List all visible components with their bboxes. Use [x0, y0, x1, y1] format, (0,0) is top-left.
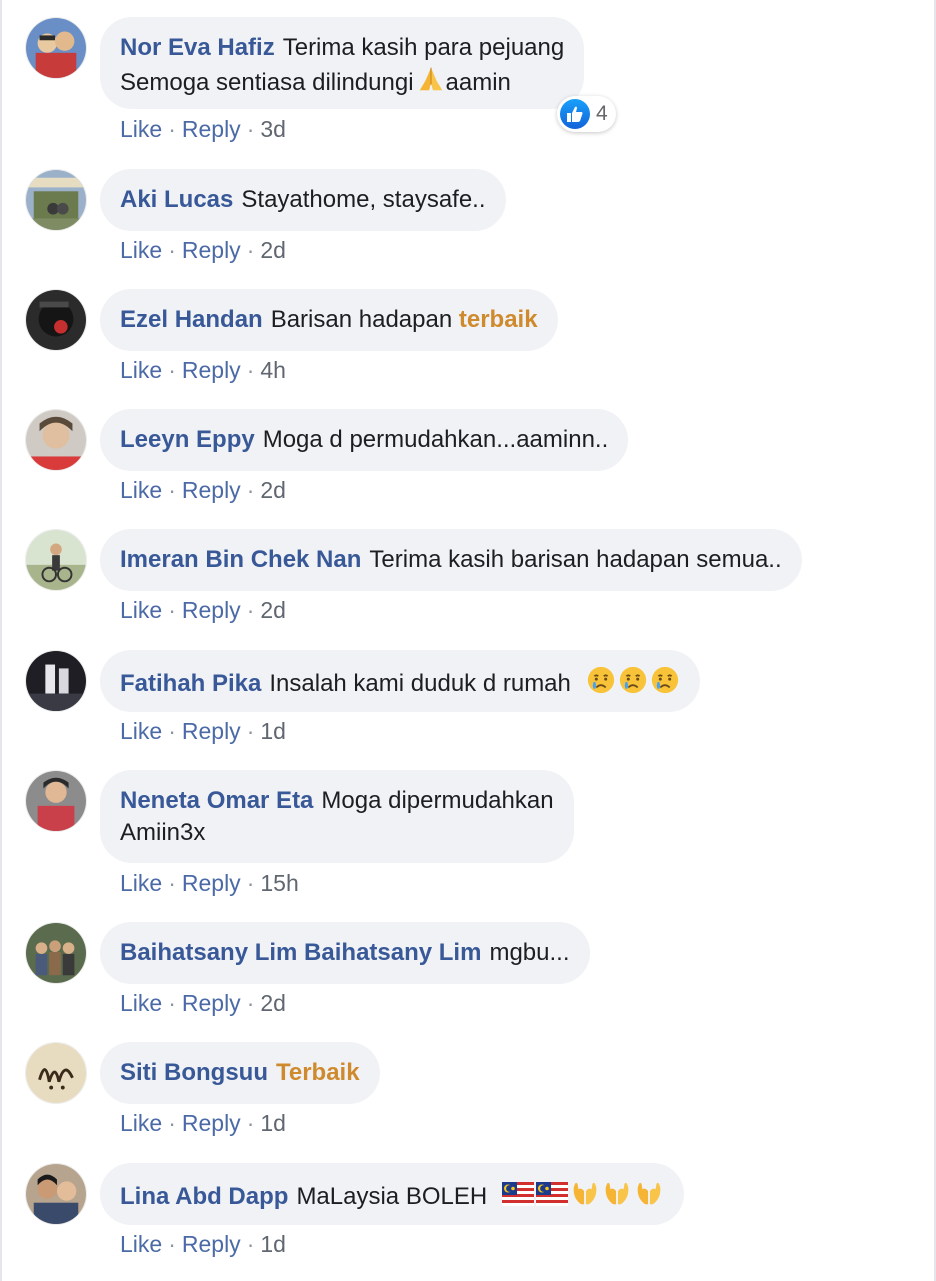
malaysia-flag-icon [502, 1182, 534, 1206]
crying-face-icon [650, 665, 680, 695]
avatar[interactable] [25, 1042, 87, 1104]
avatar[interactable] [25, 289, 87, 351]
comment-actions: Like · Reply · 1d [120, 1231, 286, 1257]
reply-link[interactable]: Reply [182, 1231, 241, 1257]
avatar[interactable] [25, 409, 87, 471]
comment-actions: Like · Reply · 2d [120, 477, 286, 503]
open-hands-icon [570, 1178, 600, 1208]
like-link[interactable]: Like [120, 1231, 162, 1257]
comment-actions: Like · Reply · 15h [120, 870, 299, 896]
avatar[interactable] [25, 17, 87, 79]
comment-timestamp[interactable]: 2d [260, 477, 286, 503]
comment-timestamp[interactable]: 2d [260, 237, 286, 263]
open-hands-icon [634, 1178, 664, 1208]
like-link[interactable]: Like [120, 357, 162, 383]
comment-text: mgbu... [489, 939, 570, 966]
comment-text: MaLaysia BOLEH [296, 1183, 488, 1210]
reply-link[interactable]: Reply [182, 116, 241, 142]
comment-timestamp[interactable]: 4h [260, 357, 286, 383]
like-link[interactable]: Like [120, 990, 162, 1016]
avatar[interactable] [25, 1163, 87, 1225]
malaysia-flag-icon [536, 1182, 568, 1206]
comment-author[interactable]: Baihatsany Lim Baihatsany Lim [120, 939, 481, 966]
like-link[interactable]: Like [120, 870, 162, 896]
comment-text: Terima kasih para pejuang [282, 34, 565, 61]
comment-timestamp[interactable]: 1d [260, 1231, 286, 1257]
reaction-count[interactable]: 4 [557, 96, 616, 132]
comment-bubble: Fatihah Pika Insalah kami duduk d rumah [100, 650, 700, 712]
comment-actions: Like · Reply · 2d [120, 597, 286, 623]
crying-face-icon [618, 665, 648, 695]
comment-highlight: terbaik [458, 306, 538, 333]
folded-hands-icon [416, 64, 446, 94]
like-link[interactable]: Like [120, 597, 162, 623]
avatar[interactable] [25, 770, 87, 832]
avatar[interactable] [25, 650, 87, 712]
like-link[interactable]: Like [120, 718, 162, 744]
reply-link[interactable]: Reply [182, 477, 241, 503]
comment-timestamp[interactable]: 3d [260, 116, 286, 142]
like-link[interactable]: Like [120, 477, 162, 503]
avatar[interactable] [25, 169, 87, 231]
comment-text: Barisan hadapan [270, 306, 453, 333]
reply-link[interactable]: Reply [182, 597, 241, 623]
comment-author[interactable]: Neneta Omar Eta [120, 787, 313, 814]
comment-actions: Like · Reply · 1d [120, 718, 286, 744]
comment-text: aamin [445, 69, 511, 96]
comment-text: Stayathome, staysafe.. [241, 186, 486, 213]
comment-bubble: Baihatsany Lim Baihatsany Lim mgbu... [100, 922, 590, 984]
comment-author[interactable]: Ezel Handan [120, 306, 263, 333]
comment-author[interactable]: Aki Lucas [120, 186, 233, 213]
comment-author[interactable]: Fatihah Pika [120, 670, 261, 697]
avatar[interactable] [25, 529, 87, 591]
like-link[interactable]: Like [120, 237, 162, 263]
comment-timestamp[interactable]: 1d [260, 1110, 286, 1136]
comment-timestamp[interactable]: 2d [260, 597, 286, 623]
avatar[interactable] [25, 922, 87, 984]
comment-timestamp[interactable]: 2d [260, 990, 286, 1016]
comment-text: Moga d permudahkan...aaminn.. [262, 426, 609, 453]
open-hands-icon [602, 1178, 632, 1208]
comment-actions: Like · Reply · 2d [120, 237, 286, 263]
comment-timestamp[interactable]: 15h [260, 870, 298, 896]
reply-link[interactable]: Reply [182, 990, 241, 1016]
comment-bubble: Leeyn Eppy Moga d permudahkan...aaminn.. [100, 409, 629, 471]
like-link[interactable]: Like [120, 1110, 162, 1136]
comment-text: Amiin3x [120, 819, 206, 846]
comment-bubble: Aki Lucas Stayathome, staysafe.. [100, 169, 506, 231]
comment-actions: Like · Reply · 1d [120, 1110, 286, 1136]
comment-text: Terima kasih barisan hadapan semua.. [369, 546, 782, 573]
comment-bubble: Neneta Omar Eta Moga dipermudahkan Amiin3… [100, 770, 574, 863]
comment-timestamp[interactable]: 1d [260, 718, 286, 744]
comment-text: Insalah kami duduk d rumah [269, 670, 571, 697]
comment-author[interactable]: Leeyn Eppy [120, 426, 255, 453]
like-reaction-icon [560, 99, 590, 129]
comment-text: Moga dipermudahkan [321, 787, 554, 814]
comment-actions: Like · Reply · 3d [120, 116, 286, 142]
reaction-count-number: 4 [596, 102, 608, 125]
comment-author[interactable]: Imeran Bin Chek Nan [120, 546, 361, 573]
left-divider [0, 0, 2, 1281]
crying-face-icon [586, 665, 616, 695]
comment-text: Semoga sentiasa dilindungi [120, 69, 414, 96]
comment-highlight: Terbaik [275, 1059, 360, 1086]
comment-author[interactable]: Siti Bongsuu [120, 1059, 268, 1086]
comment-bubble: Imeran Bin Chek Nan Terima kasih barisan … [100, 529, 802, 591]
comment-author[interactable]: Nor Eva Hafiz [120, 34, 275, 61]
reply-link[interactable]: Reply [182, 1110, 241, 1136]
comment-actions: Like · Reply · 4h [120, 357, 286, 383]
reply-link[interactable]: Reply [182, 357, 241, 383]
reply-link[interactable]: Reply [182, 718, 241, 744]
comment-bubble: Nor Eva Hafiz Terima kasih para pejuang S… [100, 17, 585, 109]
reply-link[interactable]: Reply [182, 870, 241, 896]
comment-bubble: Ezel Handan Barisan hadapan terbaik [100, 289, 558, 351]
reply-link[interactable]: Reply [182, 237, 241, 263]
comment-actions: Like · Reply · 2d [120, 990, 286, 1016]
comment-author[interactable]: Lina Abd Dapp [120, 1183, 288, 1210]
like-link[interactable]: Like [120, 116, 162, 142]
comment-bubble: Siti Bongsuu Terbaik [100, 1042, 380, 1104]
comment-bubble: Lina Abd Dapp MaLaysia BOLEH [100, 1163, 684, 1225]
